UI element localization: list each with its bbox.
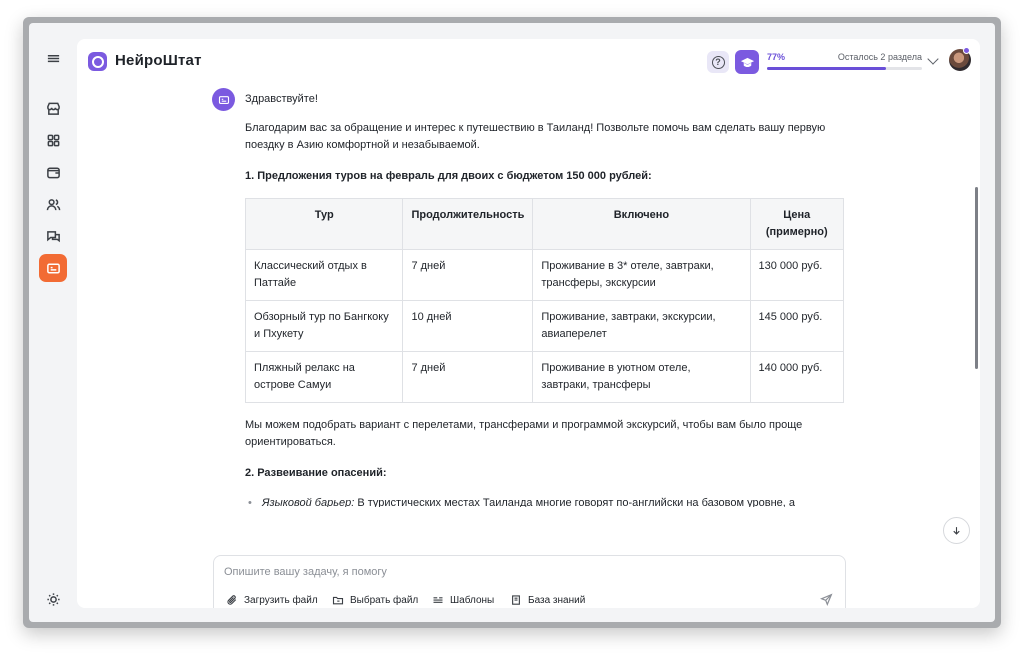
progress-bar [767, 67, 922, 70]
table-cell: Проживание в уютном отеле, завтраки, тра… [532, 351, 751, 403]
logo-icon [88, 52, 107, 71]
bullet-label: Языковой барьер: [262, 497, 355, 507]
table-cell: 130 000 руб. [749, 249, 845, 301]
menu-icon [47, 54, 59, 62]
table-cell: 7 дней [402, 351, 534, 403]
assistant-avatar [212, 88, 235, 111]
send-icon [820, 593, 833, 606]
header: НейроШтат ? 77% Осталось 2 раздела [77, 39, 980, 87]
chevron-down-icon[interactable] [927, 53, 939, 65]
progress-fill [767, 67, 887, 70]
graduation-cap-icon [740, 57, 754, 67]
task-input[interactable] [224, 566, 804, 578]
select-file-label: Выбрать файл [350, 594, 419, 606]
column-header-tour: Тур [244, 198, 404, 250]
sun-icon [46, 592, 60, 606]
templates-icon [433, 597, 443, 603]
book-icon [512, 595, 520, 605]
table-row: Пляжный релакс на острове Самуи 7 дней П… [244, 351, 845, 403]
scroll-down-button[interactable] [943, 517, 970, 544]
assistant-message: Здравствуйте! Благодарим вас за обращени… [244, 91, 845, 507]
table-cell: 10 дней [402, 300, 534, 352]
table-header-row: Тур Продолжительность Включено Цена (при… [244, 198, 845, 250]
progress-percent: 77% [767, 52, 786, 62]
concerns-list: Языковой барьер: В туристических местах … [245, 495, 845, 507]
theme-toggle[interactable] [39, 585, 67, 613]
tours-table: Тур Продолжительность Включено Цена (при… [244, 198, 845, 403]
table-cell: Пляжный релакс на острове Самуи [244, 351, 404, 403]
send-button[interactable] [820, 593, 836, 608]
progress-remaining: Осталось 2 раздела [837, 52, 922, 62]
upload-file-button[interactable]: Загрузить файл [226, 594, 318, 606]
sidebar-item-users[interactable] [39, 190, 67, 218]
sidebar-item-dashboard[interactable] [39, 126, 67, 154]
sidebar [29, 23, 77, 622]
sidebar-item-wallet[interactable] [39, 158, 67, 186]
list-item: Языковой барьер: В туристических местах … [245, 495, 845, 507]
chat-icon [46, 230, 60, 242]
users-icon [46, 198, 60, 210]
column-header-price: Цена (примерно) [749, 198, 845, 250]
sidebar-item-assistant[interactable] [39, 254, 67, 282]
folder-icon [332, 596, 344, 605]
upload-file-label: Загрузить файл [244, 594, 318, 606]
table-cell: Классический отдых в Паттайе [244, 249, 404, 301]
templates-label: Шаблоны [450, 594, 495, 606]
column-header-included: Включено [532, 198, 751, 250]
menu-button[interactable] [39, 44, 67, 72]
grid-icon [47, 134, 59, 146]
window-frame: НейроШтат ? 77% Осталось 2 раздела Здрав… [23, 17, 1001, 628]
paperclip-icon [227, 595, 237, 605]
message-after-table: Мы можем подобрать вариант с перелетами,… [245, 419, 803, 448]
table-cell: Обзорный тур по Бангкоку и Пхукету [244, 300, 404, 352]
store-icon [46, 102, 60, 115]
scrollbar[interactable] [975, 187, 978, 369]
app: НейроШтат ? 77% Осталось 2 раздела Здрав… [29, 23, 995, 622]
table-cell: 145 000 руб. [749, 300, 845, 352]
wallet-icon [46, 167, 60, 178]
card-icon [46, 263, 60, 273]
table-cell: Проживание в 3* отеле, завтраки, трансфе… [532, 249, 751, 301]
section-heading-tours: 1. Предложения туров на февраль для двои… [245, 170, 652, 182]
knowledge-base-button[interactable]: База знаний [510, 594, 585, 606]
composer: Загрузить файл Выбрать файл Шаблоны База… [213, 555, 846, 608]
chat-thread: Здравствуйте! Благодарим вас за обращени… [77, 87, 980, 507]
brand-title: НейроШтат [115, 52, 202, 69]
message-greeting: Здравствуйте! [245, 93, 318, 105]
arrow-down-icon [953, 527, 960, 535]
select-file-button[interactable]: Выбрать файл [332, 594, 418, 606]
help-button[interactable]: ? [707, 51, 729, 73]
help-icon: ? [711, 55, 725, 69]
table-row: Классический отдых в Паттайе 7 дней Прож… [244, 249, 845, 301]
main-panel: НейроШтат ? 77% Осталось 2 раздела Здрав… [77, 39, 980, 608]
notification-dot [963, 47, 970, 54]
sidebar-item-store[interactable] [39, 94, 67, 122]
message-intro: Благодарим вас за обращение и интерес к … [245, 122, 826, 151]
knowledge-base-label: База знаний [528, 594, 586, 606]
column-header-duration: Продолжительность [402, 198, 534, 250]
templates-button[interactable]: Шаблоны [432, 594, 494, 606]
table-row: Обзорный тур по Бангкоку и Пхукету 10 дн… [244, 300, 845, 352]
sidebar-item-chats[interactable] [39, 222, 67, 250]
table-cell: 140 000 руб. [749, 351, 845, 403]
table-cell: Проживание, завтраки, экскурсии, авиапер… [532, 300, 751, 352]
table-cell: 7 дней [402, 249, 534, 301]
section-heading-concerns: 2. Развеивание опасений: [245, 467, 387, 479]
learning-button[interactable] [735, 50, 759, 74]
card-icon [218, 95, 229, 104]
